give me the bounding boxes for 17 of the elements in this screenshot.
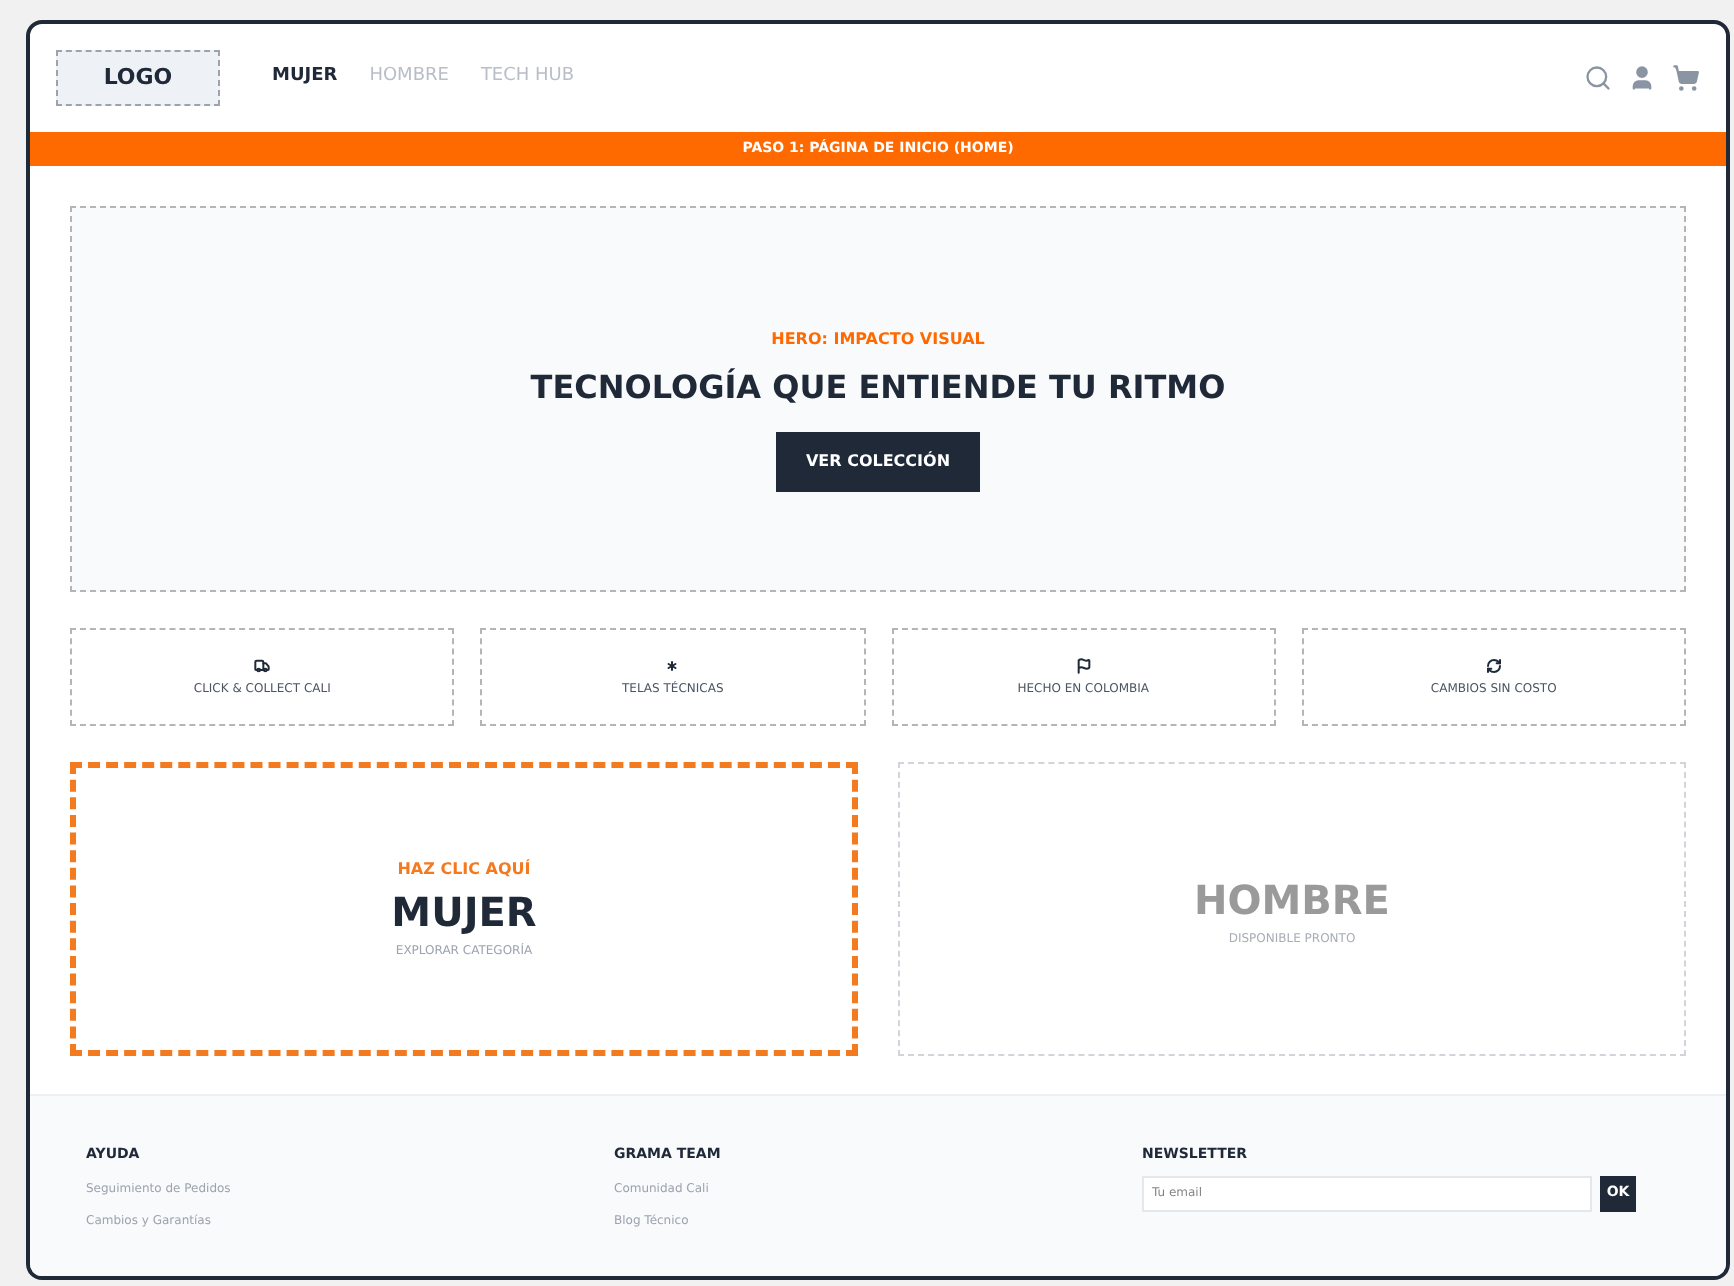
hero-title: TECNOLOGÍA QUE ENTIENDE TU RITMO <box>530 365 1226 409</box>
category-hint: HAZ CLIC AQUÍ <box>397 858 531 882</box>
refresh-icon <box>1485 657 1502 673</box>
category-title: MUJER <box>391 886 537 940</box>
user-icon[interactable] <box>1628 64 1656 92</box>
nav-link[interactable]: TECH HUB <box>480 64 575 92</box>
category-title: HOMBRE <box>1194 874 1390 928</box>
search-icon[interactable] <box>1584 64 1612 92</box>
flag-icon <box>1075 657 1092 673</box>
hero-eyebrow: HERO: IMPACTO VISUAL <box>771 327 985 351</box>
nav-link[interactable]: HOMBRE <box>369 64 449 92</box>
logo[interactable]: LOGO <box>56 50 220 106</box>
truck-icon <box>254 657 271 673</box>
collection-button[interactable]: VER COLECCIÓN <box>775 431 981 491</box>
nav-link[interactable]: MUJER <box>272 64 338 92</box>
cart-icon[interactable] <box>1672 64 1700 92</box>
asterisk-icon <box>664 657 681 673</box>
